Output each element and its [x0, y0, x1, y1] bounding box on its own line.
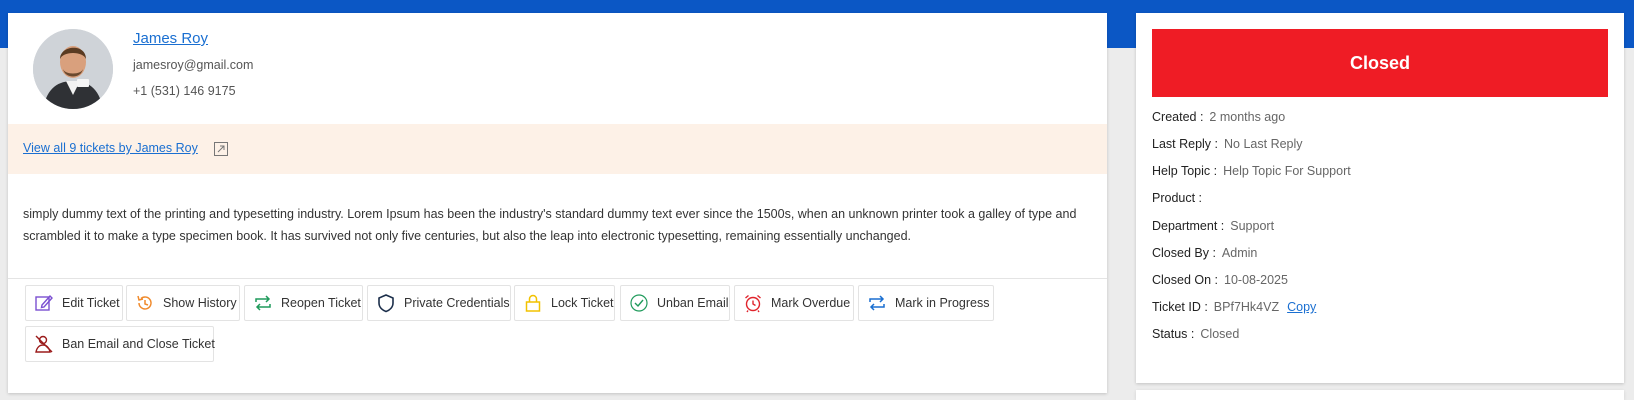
view-all-tickets-link[interactable]: View all 9 tickets by James Roy — [23, 141, 198, 155]
action-label: Ban Email and Close Ticket — [62, 337, 215, 351]
shield-icon — [378, 294, 394, 313]
next-card-edge — [1136, 390, 1624, 400]
detail-label: Department : — [1152, 219, 1225, 233]
detail-label: Product : — [1152, 191, 1203, 205]
ban-user-icon — [35, 335, 53, 353]
detail-value: Admin — [1221, 246, 1258, 260]
user-name-link[interactable]: James Roy — [133, 30, 208, 47]
detail-product: Product : — [1152, 191, 1208, 205]
history-icon — [137, 295, 152, 310]
detail-label: Ticket ID : — [1152, 300, 1208, 314]
edit-ticket-button[interactable]: Edit Ticket — [25, 285, 123, 321]
alarm-icon — [745, 294, 761, 313]
edit-icon — [35, 294, 53, 311]
detail-label: Created : — [1152, 110, 1204, 124]
divider — [8, 278, 1107, 279]
mark-in-progress-button[interactable]: Mark in Progress — [858, 285, 994, 321]
requester-profile: James Roy jamesroy@gmail.com +1 (531) 14… — [8, 13, 1107, 124]
detail-label: Status : — [1152, 327, 1195, 341]
detail-value: No Last Reply — [1224, 137, 1303, 151]
action-label: Show History — [163, 296, 237, 310]
status-banner: Closed — [1152, 29, 1608, 97]
action-label: Mark in Progress — [895, 296, 990, 310]
action-label: Lock Ticket — [551, 296, 614, 310]
progress-icon — [869, 295, 885, 311]
detail-value: Support — [1230, 219, 1275, 233]
ban-email-close-ticket-button[interactable]: Ban Email and Close Ticket — [25, 326, 215, 362]
tickets-link-bar: View all 9 tickets by James Roy — [8, 124, 1107, 174]
action-label: Mark Overdue — [771, 296, 851, 310]
detail-help-topic: Help Topic : Help Topic For Support — [1152, 164, 1351, 178]
user-email: jamesroy@gmail.com — [133, 58, 254, 72]
action-label: Edit Ticket — [62, 296, 120, 310]
user-avatar — [33, 29, 113, 109]
ticket-description: simply dummy text of the printing and ty… — [23, 207, 1077, 243]
show-history-button[interactable]: Show History — [126, 285, 240, 321]
lock-ticket-button[interactable]: Lock Ticket — [514, 285, 615, 321]
detail-label: Closed On : — [1152, 273, 1219, 287]
ticket-details-card: Closed Created : 2 months ago Last Reply … — [1136, 13, 1624, 383]
lock-icon — [525, 294, 541, 312]
detail-closed-on: Closed On : 10-08-2025 — [1152, 273, 1288, 287]
ticket-main-card: James Roy jamesroy@gmail.com +1 (531) 14… — [8, 13, 1107, 393]
detail-value: Closed — [1200, 327, 1240, 341]
action-label: Reopen Ticket — [281, 296, 361, 310]
detail-closed-by: Closed By : Admin — [1152, 246, 1257, 260]
detail-created: Created : 2 months ago — [1152, 110, 1285, 124]
private-credentials-button[interactable]: Private Credentials — [367, 285, 511, 321]
action-label: Private Credentials — [404, 296, 510, 310]
unban-email-button[interactable]: Unban Email — [620, 285, 730, 321]
detail-status: Status : Closed — [1152, 327, 1239, 341]
external-link-icon[interactable] — [213, 141, 229, 157]
detail-label: Closed By : — [1152, 246, 1216, 260]
detail-value: BPf7Hk4VZ — [1213, 300, 1280, 314]
action-label: Unban Email — [657, 296, 729, 310]
detail-value: 2 months ago — [1209, 110, 1286, 124]
user-avatar-icon — [33, 29, 113, 109]
detail-ticket-id: Ticket ID : BPf7Hk4VZ Copy — [1152, 300, 1316, 314]
detail-label: Help Topic : — [1152, 164, 1218, 178]
mark-overdue-button[interactable]: Mark Overdue — [734, 285, 854, 321]
reopen-ticket-button[interactable]: Reopen Ticket — [244, 285, 363, 321]
reopen-icon — [255, 295, 271, 311]
check-circle-icon — [630, 294, 648, 312]
detail-last-reply: Last Reply : No Last Reply — [1152, 137, 1303, 151]
copy-ticket-id-link[interactable]: Copy — [1287, 300, 1316, 314]
detail-label: Last Reply : — [1152, 137, 1219, 151]
detail-value: Help Topic For Support — [1223, 164, 1351, 178]
user-phone: +1 (531) 146 9175 — [133, 84, 236, 98]
detail-department: Department : Support — [1152, 219, 1274, 233]
detail-value: 10-08-2025 — [1224, 273, 1288, 287]
